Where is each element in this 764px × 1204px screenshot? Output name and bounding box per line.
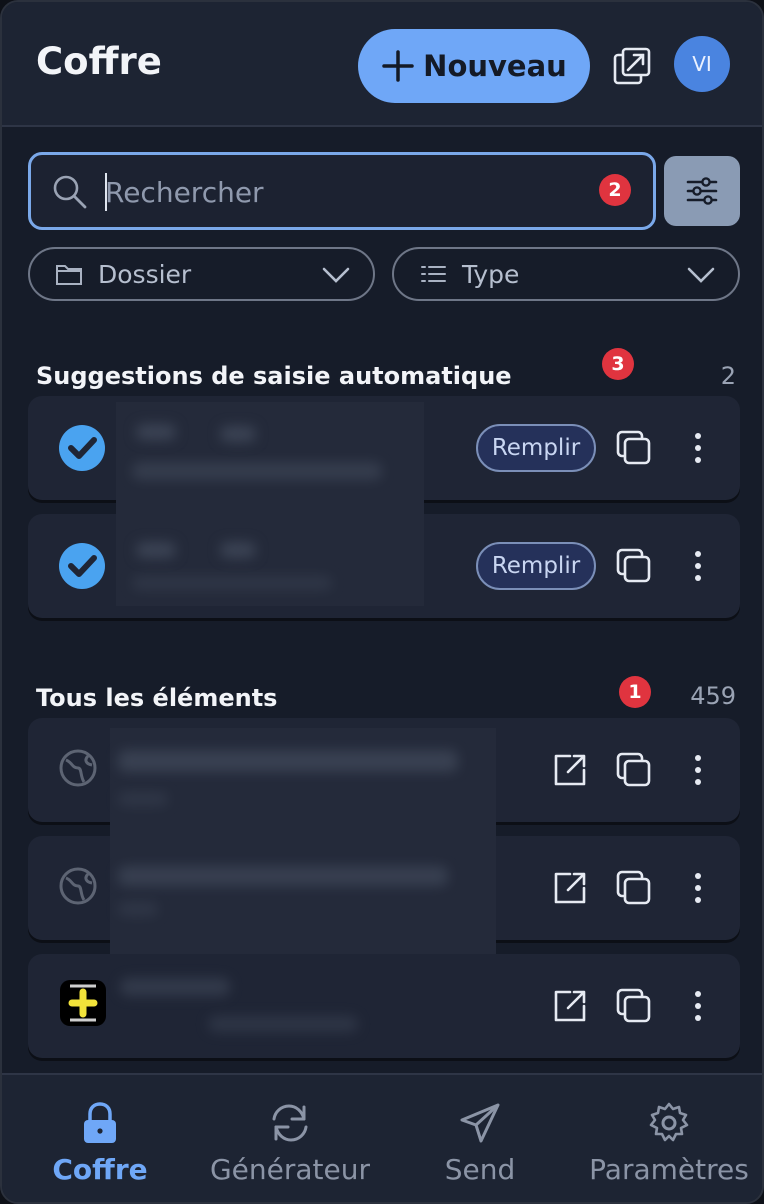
redacted-item-text (208, 1016, 358, 1032)
suggestion-item[interactable]: Remplir (28, 396, 740, 528)
globe-icon (59, 867, 97, 905)
folder-dropdown[interactable]: Dossier (28, 247, 375, 301)
avatar[interactable]: VI (674, 36, 730, 92)
page-title: Coffre (36, 40, 162, 83)
search-field[interactable]: 2 (28, 152, 656, 230)
more-vertical-icon[interactable] (678, 546, 718, 586)
text-caret (105, 173, 107, 211)
redacted-item-text (116, 514, 424, 606)
type-dropdown-label: Type (462, 259, 520, 289)
bottom-navigation: Coffre Générateur Send Paramètres (2, 1073, 762, 1202)
nav-send[interactable]: Send (428, 1075, 532, 1202)
cross-app-icon (60, 980, 106, 1026)
suggestions-count: 2 (720, 362, 736, 390)
more-vertical-icon[interactable] (678, 750, 718, 790)
folder-icon (56, 265, 82, 285)
redacted-item-text (110, 728, 496, 852)
plus-icon (382, 50, 414, 82)
notification-badge: 3 (602, 348, 634, 380)
redacted-item-text (120, 978, 230, 996)
launch-icon[interactable] (550, 750, 590, 790)
fill-button[interactable]: Remplir (476, 542, 596, 590)
vault-item[interactable] (28, 718, 740, 852)
new-item-label: Nouveau (423, 49, 567, 83)
search-input[interactable] (101, 167, 591, 217)
all-items-heading: Tous les éléments (36, 684, 278, 712)
copy-icon[interactable] (614, 546, 654, 586)
folder-dropdown-label: Dossier (98, 259, 192, 289)
lock-icon (84, 1102, 116, 1143)
refresh-icon (272, 1104, 308, 1142)
new-item-button[interactable]: Nouveau (358, 29, 590, 103)
nav-send-label: Send (444, 1153, 516, 1186)
launch-icon[interactable] (550, 986, 590, 1026)
popout-icon[interactable] (612, 46, 652, 86)
vault-item[interactable] (28, 954, 740, 1058)
chevron-down-icon (687, 267, 715, 283)
notification-badge: 1 (619, 676, 651, 708)
notification-badge: 2 (599, 174, 631, 206)
redacted-item-text (116, 402, 424, 528)
paper-plane-icon (460, 1103, 500, 1143)
all-items-count: 459 (690, 682, 736, 710)
filter-sliders-icon (686, 177, 718, 205)
copy-icon[interactable] (614, 428, 654, 468)
nav-generator[interactable]: Générateur (198, 1075, 382, 1202)
redacted-item-text (110, 836, 496, 960)
suggestion-item[interactable]: Remplir (28, 514, 740, 618)
chevron-down-icon (322, 267, 350, 283)
checkmark-app-icon (59, 543, 105, 589)
extension-popup: Coffre Nouveau VI 2 (0, 0, 764, 1204)
gear-icon (649, 1102, 689, 1142)
copy-icon[interactable] (614, 986, 654, 1026)
nav-settings-label: Paramètres (589, 1153, 749, 1186)
nav-generator-label: Générateur (209, 1153, 371, 1186)
list-icon (421, 266, 446, 282)
more-vertical-icon[interactable] (678, 428, 718, 468)
suggestions-heading: Suggestions de saisie automatique (36, 362, 512, 390)
copy-icon[interactable] (614, 868, 654, 908)
header: Coffre Nouveau VI (2, 2, 762, 127)
search-icon (53, 175, 87, 209)
copy-icon[interactable] (614, 750, 654, 790)
more-vertical-icon[interactable] (678, 986, 718, 1026)
type-dropdown[interactable]: Type (392, 247, 740, 301)
fill-button[interactable]: Remplir (476, 424, 596, 472)
more-vertical-icon[interactable] (678, 868, 718, 908)
checkmark-app-icon (59, 425, 105, 471)
nav-vault-label: Coffre (52, 1153, 148, 1186)
launch-icon[interactable] (550, 868, 590, 908)
nav-vault[interactable]: Coffre (42, 1075, 158, 1202)
vault-item[interactable] (28, 836, 740, 960)
nav-settings[interactable]: Paramètres (580, 1075, 758, 1202)
globe-icon (59, 749, 97, 787)
filter-button[interactable] (664, 156, 740, 226)
